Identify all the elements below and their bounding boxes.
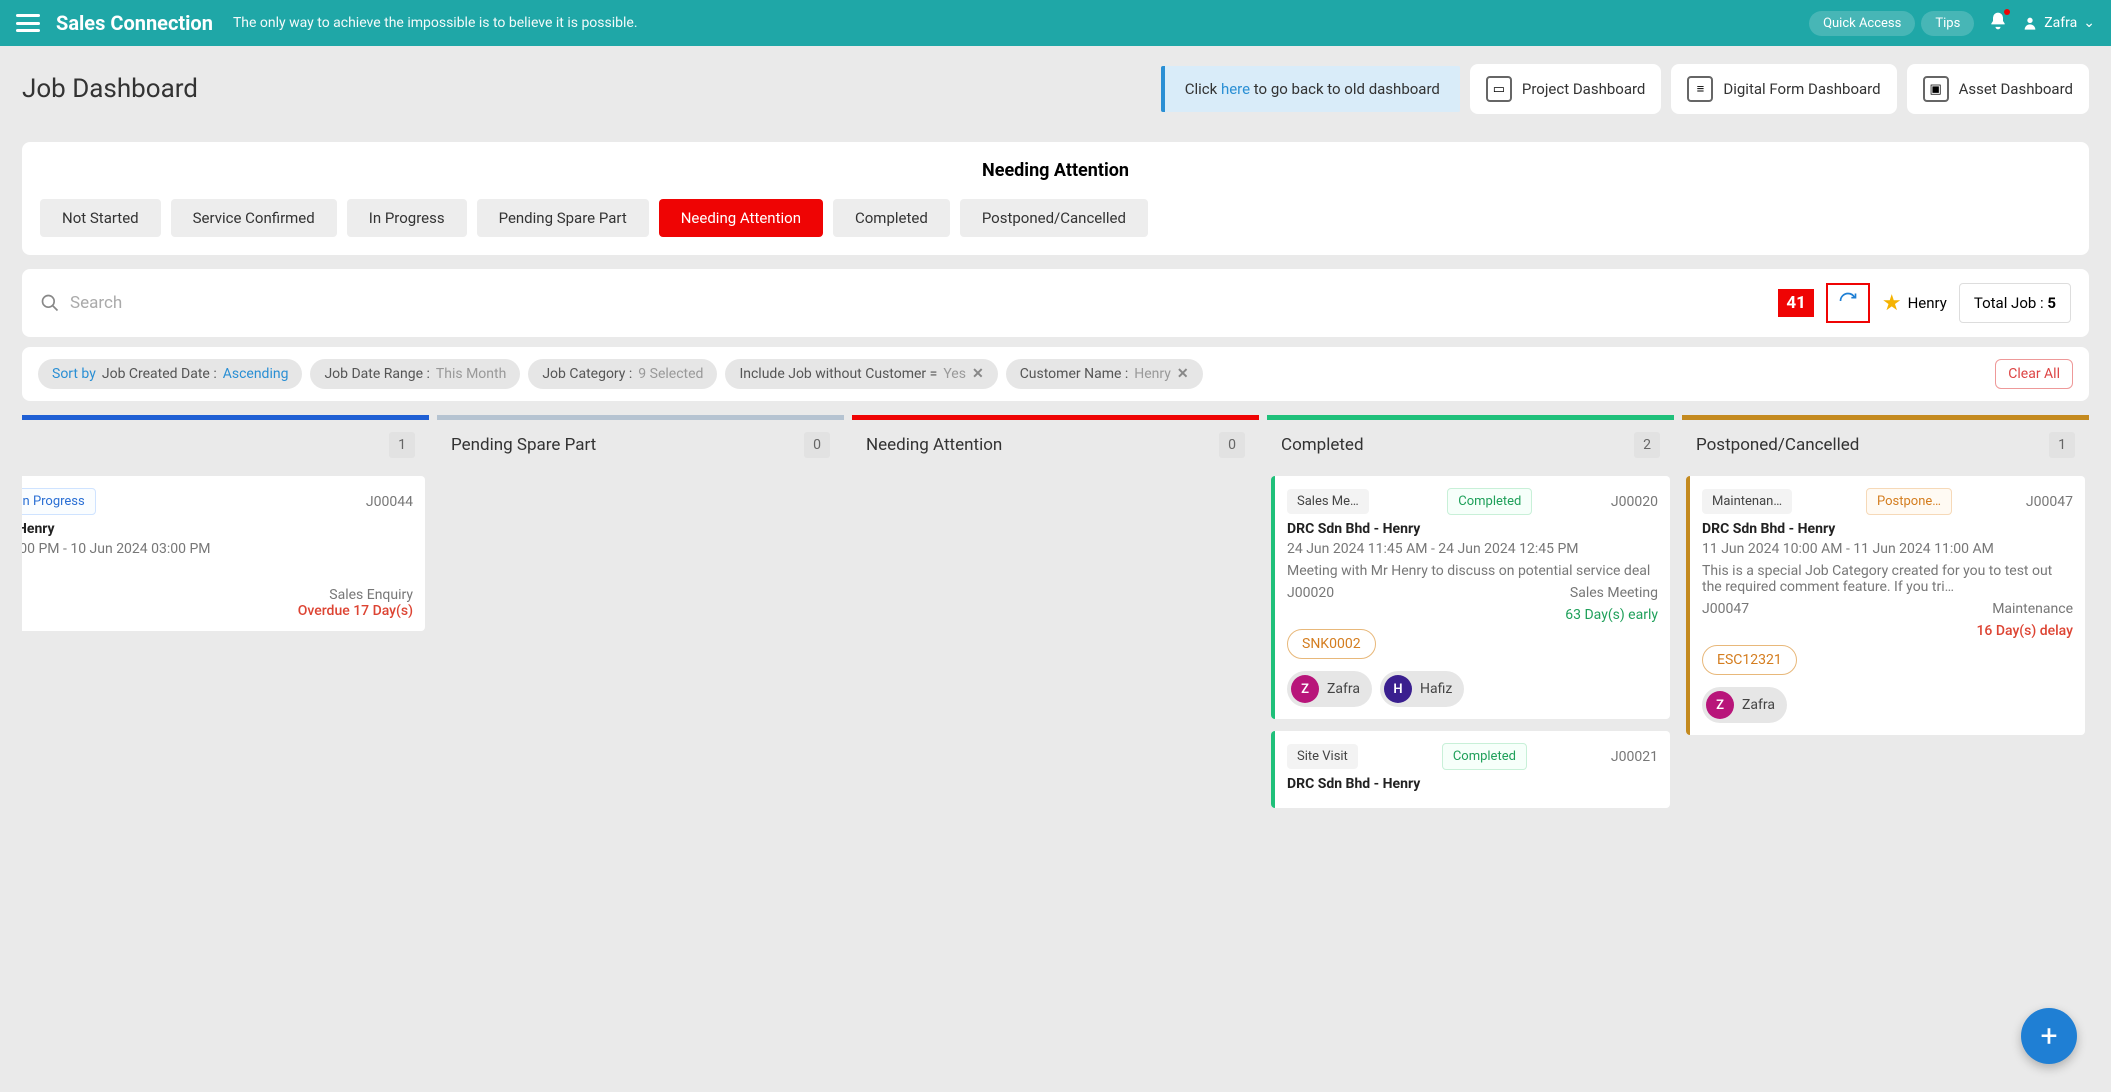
status-tabs: Not Started Service Confirmed In Progres…	[40, 199, 2071, 237]
job-id: J00047	[2026, 494, 2073, 510]
column-count: 0	[1219, 432, 1245, 458]
tab-in-progress[interactable]: In Progress	[347, 199, 467, 237]
remove-chip-icon[interactable]: ✕	[1177, 366, 1189, 382]
category-tag: Sales Me…	[1287, 489, 1369, 514]
kanban-board: 1 In Progress J00044 - Henry 2:00 PM - 10…	[22, 415, 2089, 814]
bell-icon[interactable]	[1988, 11, 2008, 35]
assignee-chip[interactable]: ZZafra	[1287, 671, 1372, 707]
user-menu[interactable]: Zafra ⌄	[2022, 15, 2095, 31]
tab-completed[interactable]: Completed	[833, 199, 950, 237]
page-title: Job Dashboard	[22, 74, 198, 104]
box-icon: ▣	[1923, 76, 1949, 102]
card-delay: 16 Day(s) delay	[1702, 623, 2073, 639]
card-category: Sales Enquiry	[22, 587, 413, 603]
category-chip[interactable]: Job Category : 9 Selected	[528, 359, 717, 389]
include-no-customer-chip[interactable]: Include Job without Customer = Yes✕	[725, 359, 997, 389]
refresh-icon	[1838, 291, 1858, 311]
column-count: 0	[804, 432, 830, 458]
column-in-progress: 1 In Progress J00044 - Henry 2:00 PM - 10…	[22, 415, 429, 814]
result-count-badge: 41	[1778, 289, 1814, 317]
star-icon: ★	[1882, 291, 1902, 316]
job-id: J00020	[1611, 494, 1658, 510]
page-header: Job Dashboard Click here to go back to o…	[0, 46, 2111, 132]
status-panel: Needing Attention Not Started Service Co…	[22, 142, 2089, 255]
sort-chip[interactable]: Sort by Job Created Date : Ascending	[38, 359, 302, 389]
column-count: 2	[1634, 432, 1660, 458]
status-tag: Postpone…	[1866, 488, 1952, 515]
column-completed: Completed 2 Sales Me… Completed J00020 DRC …	[1267, 415, 1674, 814]
card-time: 24 Jun 2024 11:45 AM - 24 Jun 2024 12:45…	[1287, 541, 1658, 557]
add-job-button[interactable]: +	[2021, 1008, 2077, 1064]
category-tag: Site Visit	[1287, 744, 1358, 769]
folder-icon: ▭	[1486, 76, 1512, 102]
card-desc: Meeting with Mr Henry to discuss on pote…	[1287, 563, 1658, 579]
assignee-chip[interactable]: HHafiz	[1380, 671, 1464, 707]
card-time: 11 Jun 2024 10:00 AM - 11 Jun 2024 11:00…	[1702, 541, 2073, 557]
favorite-filter[interactable]: ★Henry	[1882, 291, 1947, 316]
digital-form-dashboard-nav[interactable]: ≡Digital Form Dashboard	[1671, 64, 1896, 114]
topbar: Sales Connection The only way to achieve…	[0, 0, 2111, 46]
card-time: 2:00 PM - 10 Jun 2024 03:00 PM	[22, 541, 413, 557]
user-name: Zafra	[2044, 15, 2077, 31]
menu-icon[interactable]	[16, 14, 40, 32]
card-delay: Overdue 17 Day(s)	[22, 603, 413, 619]
card-early: 63 Day(s) early	[1287, 607, 1658, 623]
filter-row: Sort by Job Created Date : Ascending Job…	[22, 347, 2089, 401]
avatar: Z	[1706, 691, 1734, 719]
card-desc: This is a special Job Category created f…	[1702, 563, 2073, 595]
refresh-button[interactable]	[1826, 283, 1870, 323]
tab-postponed-cancelled[interactable]: Postponed/Cancelled	[960, 199, 1148, 237]
project-dashboard-nav[interactable]: ▭Project Dashboard	[1470, 64, 1662, 114]
tab-service-confirmed[interactable]: Service Confirmed	[171, 199, 337, 237]
job-card[interactable]: Sales Me… Completed J00020 DRC Sdn Bhd - H…	[1271, 476, 1670, 719]
category-tag: Maintenan…	[1702, 489, 1792, 514]
card-title: DRC Sdn Bhd - Henry	[1287, 521, 1658, 537]
reference-code: ESC12321	[1702, 645, 1797, 675]
tab-needing-attention[interactable]: Needing Attention	[659, 199, 823, 237]
tab-pending-spare-part[interactable]: Pending Spare Part	[477, 199, 649, 237]
search-box	[40, 293, 1766, 313]
tab-not-started[interactable]: Not Started	[40, 199, 161, 237]
card-title: DRC Sdn Bhd - Henry	[1702, 521, 2073, 537]
document-icon: ≡	[1687, 76, 1713, 102]
search-icon	[40, 293, 60, 313]
job-id: J00021	[1611, 749, 1658, 765]
asset-dashboard-nav[interactable]: ▣Asset Dashboard	[1907, 64, 2089, 114]
search-row: 41 ★Henry Total Job : 5	[22, 269, 2089, 337]
search-input[interactable]	[70, 293, 1766, 313]
old-dashboard-notice: Click here to go back to old dashboard	[1161, 66, 1460, 112]
card-title: - Henry	[22, 521, 413, 537]
job-card[interactable]: Site Visit Completed J00021 DRC Sdn Bhd - …	[1271, 731, 1670, 808]
column-count: 1	[389, 432, 415, 458]
avatar: H	[1384, 675, 1412, 703]
total-job-chip: Total Job : 5	[1959, 283, 2071, 323]
brand[interactable]: Sales Connection	[56, 11, 213, 35]
plus-icon: +	[2040, 1019, 2057, 1054]
status-tag: Completed	[1447, 488, 1532, 515]
column-needing-attention: Needing Attention0	[852, 415, 1259, 814]
job-id: J00044	[366, 494, 413, 510]
column-count: 1	[2049, 432, 2075, 458]
clear-all-button[interactable]: Clear All	[1995, 359, 2073, 389]
panel-title: Needing Attention	[40, 160, 2071, 181]
remove-chip-icon[interactable]: ✕	[972, 366, 984, 382]
job-card[interactable]: In Progress J00044 - Henry 2:00 PM - 10 J…	[22, 476, 425, 631]
card-title: DRC Sdn Bhd - Henry	[1287, 776, 1658, 792]
avatar: Z	[1291, 675, 1319, 703]
job-card[interactable]: Maintenan… Postpone… J00047 DRC Sdn Bhd - …	[1686, 476, 2085, 735]
user-icon	[2022, 15, 2038, 31]
old-dashboard-link[interactable]: here	[1221, 80, 1250, 98]
date-range-chip[interactable]: Job Date Range : This Month	[310, 359, 520, 389]
customer-name-chip[interactable]: Customer Name : Henry✕	[1006, 359, 1203, 389]
assignee-chip[interactable]: ZZafra	[1702, 687, 1787, 723]
quick-access-button[interactable]: Quick Access	[1809, 11, 1915, 36]
tips-button[interactable]: Tips	[1921, 11, 1974, 36]
status-tag: In Progress	[22, 488, 96, 515]
chevron-down-icon: ⌄	[2083, 15, 2095, 31]
reference-code: SNK0002	[1287, 629, 1376, 659]
column-postponed-cancelled: Postponed/Cancelled1 Maintenan…Postpone……	[1682, 415, 2089, 814]
tagline: The only way to achieve the impossible i…	[233, 15, 638, 31]
status-tag: Completed	[1442, 743, 1527, 770]
column-pending-spare-part: Pending Spare Part0	[437, 415, 844, 814]
